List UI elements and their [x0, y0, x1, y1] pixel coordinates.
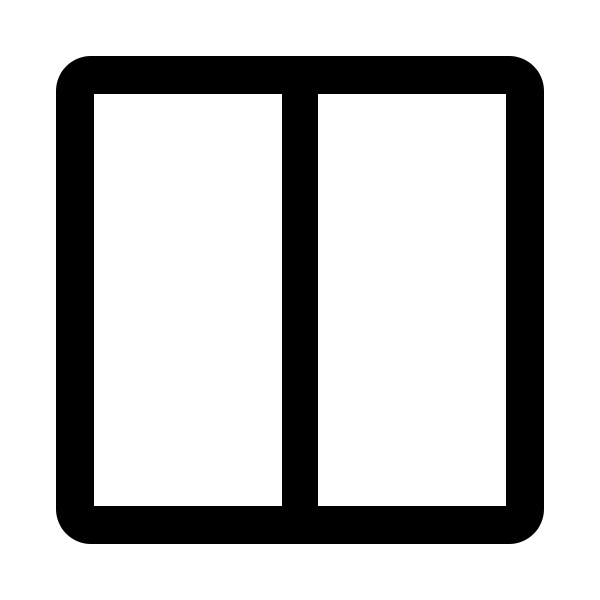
icon-canvas: [0, 0, 600, 600]
columns-split-icon: [56, 56, 544, 544]
icon-divider: [282, 80, 318, 520]
